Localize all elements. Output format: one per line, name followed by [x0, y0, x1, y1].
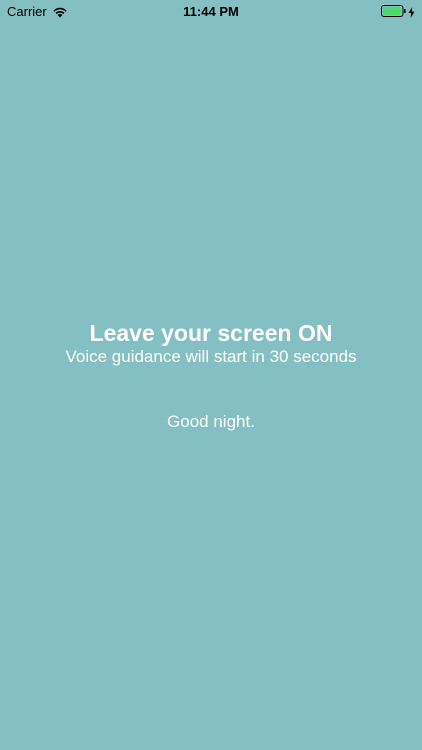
- status-bar: Carrier 11:44 PM: [0, 0, 422, 22]
- charging-bolt-icon: [408, 6, 415, 18]
- good-night-text: Good night.: [167, 412, 255, 431]
- status-time: 11:44 PM: [183, 4, 239, 19]
- voice-guidance-text: Voice guidance will start in 30 seconds: [65, 347, 357, 366]
- battery-group: [381, 5, 415, 18]
- battery-icon: [381, 5, 406, 17]
- headline: Leave your screen ON: [89, 320, 333, 346]
